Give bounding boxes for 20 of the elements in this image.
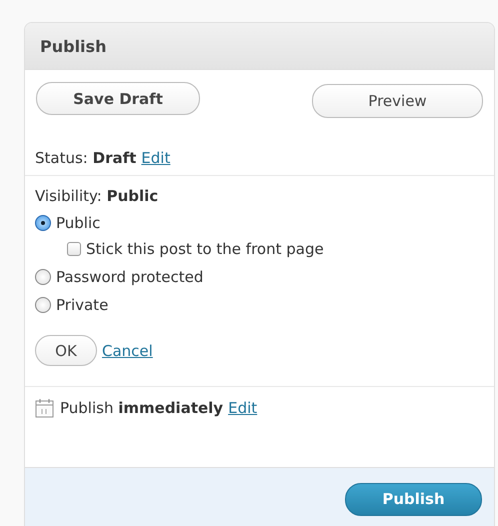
checkbox[interactable] (67, 242, 81, 256)
status-text: Status: Draft (35, 149, 136, 167)
edit-link[interactable]: Edit (228, 399, 258, 417)
cancel-link[interactable]: Cancel (102, 342, 153, 360)
edit-link[interactable]: Edit (141, 149, 170, 167)
publish-button[interactable]: Publish (345, 482, 482, 516)
radio-label: Password protected (56, 268, 204, 286)
radio-button[interactable] (35, 215, 51, 231)
radio-button[interactable] (35, 269, 51, 285)
ok-button[interactable]: OK (35, 335, 97, 366)
preview-button[interactable]: Preview (312, 84, 483, 118)
radio-label: Private (56, 296, 108, 314)
save-draft-button[interactable]: Save Draft (36, 82, 200, 115)
visibility-text: Visibility: Public (35, 187, 160, 205)
checkbox-label: Stick this post to the front page (86, 240, 324, 258)
panel-title: Publish (25, 23, 494, 70)
radio-button[interactable] (35, 297, 51, 313)
schedule-text: Publish immediately (60, 399, 224, 417)
radio-label: Public (56, 214, 100, 232)
calendar-icon (35, 398, 55, 418)
